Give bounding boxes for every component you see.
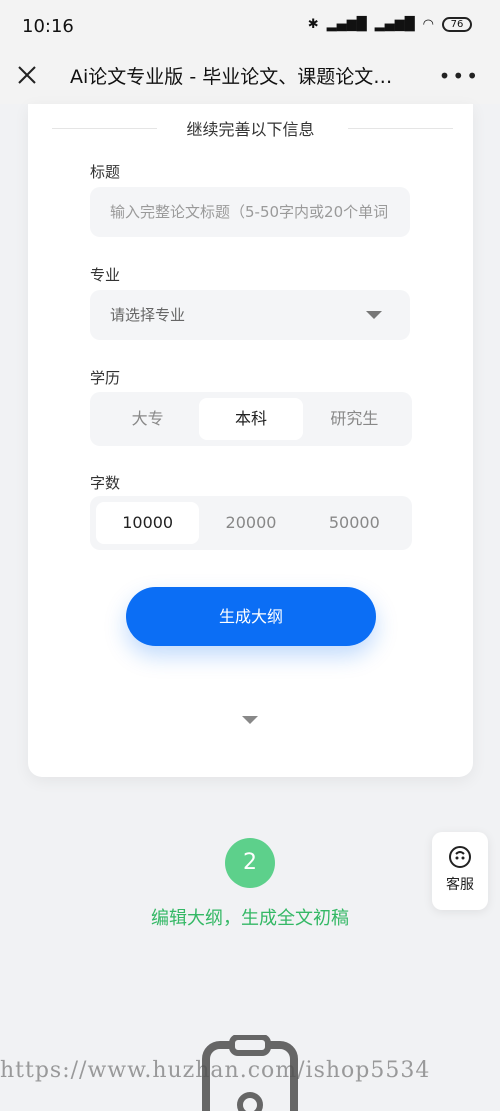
degree-option-postgraduate[interactable]: 研究生 [303, 398, 406, 440]
wifi-icon: ◠ [422, 17, 434, 32]
form-card: 继续完善以下信息 标题 输入完整论文标题（5-50字内或20个单词 专业 请选择… [28, 104, 473, 777]
step-number-badge: 2 [225, 838, 275, 888]
nav-bar: Ai论文专业版 - 毕业论文、课题论文… ••• [0, 52, 500, 104]
words-option-10000[interactable]: 10000 [96, 502, 200, 544]
degree-segmented-control: 大专 本科 研究生 [90, 392, 412, 446]
signal-icon-2: ▂▄▆█ [374, 17, 415, 32]
bluetooth-icon: ✱ [307, 17, 319, 32]
words-label: 字数 [90, 474, 121, 492]
degree-option-junior-college[interactable]: 大专 [96, 398, 199, 440]
divider-right [348, 128, 453, 129]
signal-icon: ▂▄▆█ [326, 17, 367, 32]
title-label: 标题 [90, 163, 121, 181]
page-title: Ai论文专业版 - 毕业论文、课题论文… [70, 66, 393, 88]
battery-indicator: 76 [442, 17, 472, 32]
section-header: 继续完善以下信息 [48, 116, 453, 140]
close-icon[interactable] [14, 62, 40, 88]
watermark-text: https://www.huzhan.com/ishop5534 [0, 1058, 431, 1083]
words-segmented-control: 10000 20000 50000 [90, 496, 412, 550]
chevron-down-icon [366, 311, 382, 319]
major-select-value: 请选择专业 [110, 306, 186, 324]
title-input[interactable]: 输入完整论文标题（5-50字内或20个单词 [90, 187, 410, 237]
status-bar: 10:16 ✱ ▂▄▆█ ▂▄▆█ ◠ 76 [0, 0, 500, 52]
status-time: 10:16 [22, 16, 74, 37]
major-label: 专业 [90, 266, 121, 284]
degree-option-bachelor[interactable]: 本科 [199, 398, 303, 440]
expand-arrow-icon[interactable] [242, 716, 258, 724]
words-option-20000[interactable]: 20000 [199, 502, 302, 544]
major-select[interactable]: 请选择专业 [90, 290, 410, 340]
degree-label: 学历 [90, 369, 121, 387]
customer-service-label: 客服 [446, 877, 474, 893]
status-icons: ✱ ▂▄▆█ ▂▄▆█ ◠ 76 [308, 17, 472, 32]
customer-service-button[interactable]: 客服 [432, 832, 488, 910]
words-option-50000[interactable]: 50000 [303, 502, 406, 544]
generate-outline-button[interactable]: 生成大纲 [126, 587, 376, 646]
step-description: 编辑大纲，生成全文初稿 [151, 908, 349, 929]
more-menu-icon[interactable]: ••• [439, 64, 480, 88]
headset-icon [449, 846, 471, 868]
